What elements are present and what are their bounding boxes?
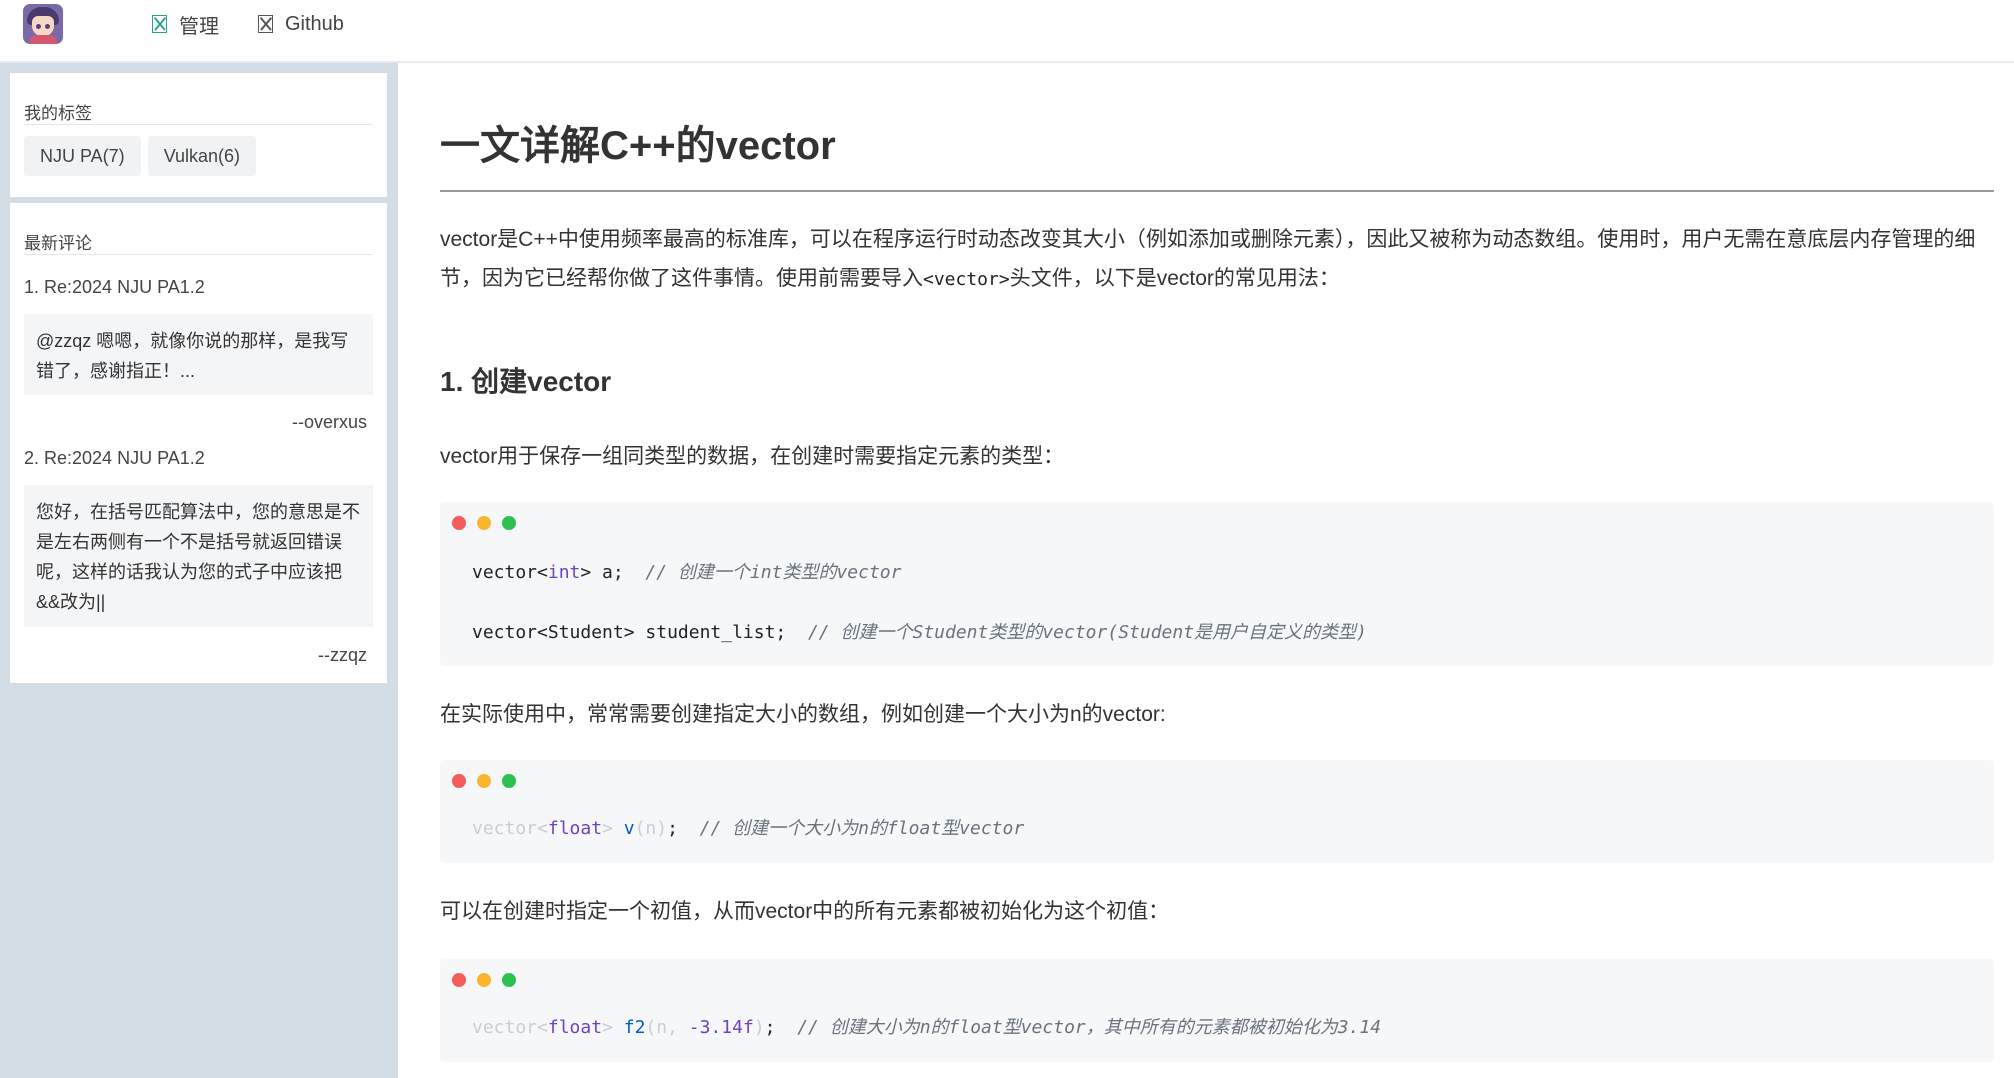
nav-manage-link[interactable]: 管理 bbox=[152, 10, 219, 38]
code-line: vector<Student> student_list; // 创建一个Stu… bbox=[472, 622, 1367, 643]
yellow-dot-icon bbox=[477, 973, 491, 987]
comment-1-title[interactable]: 1. Re:2024 NJU PA1.2 bbox=[24, 277, 205, 298]
comment-2-body: 您好，在括号匹配算法中，您的意思是不是左右两侧有一个不是括号就返回错误呢，这样的… bbox=[24, 485, 373, 627]
section-heading-create: 1. 创建vector bbox=[440, 366, 612, 397]
yellow-dot-icon bbox=[477, 774, 491, 788]
code-line: vector<float> v(n); // 创建一个大小为n的float型ve… bbox=[472, 818, 1025, 839]
broken-image-icon bbox=[152, 15, 167, 33]
tag-list: NJU PA(7) Vulkan(6) bbox=[24, 136, 257, 176]
comments-panel-title: 最新评论 bbox=[24, 234, 92, 253]
window-dots bbox=[452, 516, 516, 530]
code-block-3[interactable]: vector<float> f2(n, -3.14f); // 创建大小为n的f… bbox=[440, 959, 1994, 1062]
green-dot-icon bbox=[502, 516, 516, 530]
article-title: 一文详解C++的vector bbox=[440, 124, 836, 168]
tag-vulkan[interactable]: Vulkan(6) bbox=[147, 136, 257, 176]
paragraph-2: 在实际使用中，常常需要创建指定大小的数组，例如创建一个大小为n的vector: bbox=[440, 703, 1166, 726]
avatar[interactable] bbox=[23, 4, 63, 44]
green-dot-icon bbox=[502, 774, 516, 788]
nav-github-label: Github bbox=[285, 12, 344, 35]
paragraph-3: 可以在创建时指定一个初值，从而vector中的所有元素都被初始化为这个初值： bbox=[440, 900, 1170, 923]
inline-code-vector: <vector> bbox=[923, 269, 1010, 290]
red-dot-icon bbox=[452, 516, 466, 530]
comment-2-author: --zzqz bbox=[318, 645, 367, 665]
comment-2-title[interactable]: 2. Re:2024 NJU PA1.2 bbox=[24, 448, 205, 469]
code-block-2[interactable]: vector<float> v(n); // 创建一个大小为n的float型ve… bbox=[440, 760, 1994, 863]
tag-nju-pa[interactable]: NJU PA(7) bbox=[24, 136, 141, 176]
code-block-1[interactable]: vector<int> a; // 创建一个int类型的vector vecto… bbox=[440, 502, 1994, 666]
broken-image-icon bbox=[258, 15, 273, 33]
paragraph-1: vector用于保存一组同类型的数据，在创建时需要指定元素的类型： bbox=[440, 445, 1065, 468]
intro-text-2: 头文件，以下是vector的常见用法： bbox=[1009, 267, 1340, 290]
nav-manage-label: 管理 bbox=[179, 15, 219, 38]
divider bbox=[24, 254, 373, 255]
tags-panel-title: 我的标签 bbox=[24, 104, 92, 123]
green-dot-icon bbox=[502, 973, 516, 987]
window-dots bbox=[452, 973, 516, 987]
code-line: vector<int> a; // 创建一个int类型的vector bbox=[472, 562, 902, 583]
article-intro: vector是C++中使用频率最高的标准库，可以在程序运行时动态改变其大小（例如… bbox=[440, 220, 1994, 299]
window-dots bbox=[452, 774, 516, 788]
comment-1-body: @zzqz 嗯嗯，就像你说的那样，是我写错了，感谢指正！... bbox=[24, 314, 373, 395]
top-navbar: 管理 Github bbox=[0, 0, 2014, 63]
sidebar: 我的标签 NJU PA(7) Vulkan(6) 最新评论 1. Re:2024… bbox=[0, 63, 398, 1078]
code-line: vector<float> f2(n, -3.14f); // 创建大小为n的f… bbox=[472, 1017, 1382, 1038]
title-divider bbox=[440, 190, 1994, 192]
tags-panel: 我的标签 NJU PA(7) Vulkan(6) bbox=[10, 73, 387, 197]
comment-1-author: --overxus bbox=[291, 412, 367, 432]
nav-github-link[interactable]: Github bbox=[258, 10, 344, 38]
red-dot-icon bbox=[452, 774, 466, 788]
comments-panel: 最新评论 1. Re:2024 NJU PA1.2 @zzqz 嗯嗯，就像你说的… bbox=[10, 203, 387, 683]
yellow-dot-icon bbox=[477, 516, 491, 530]
divider bbox=[24, 124, 373, 125]
red-dot-icon bbox=[452, 973, 466, 987]
